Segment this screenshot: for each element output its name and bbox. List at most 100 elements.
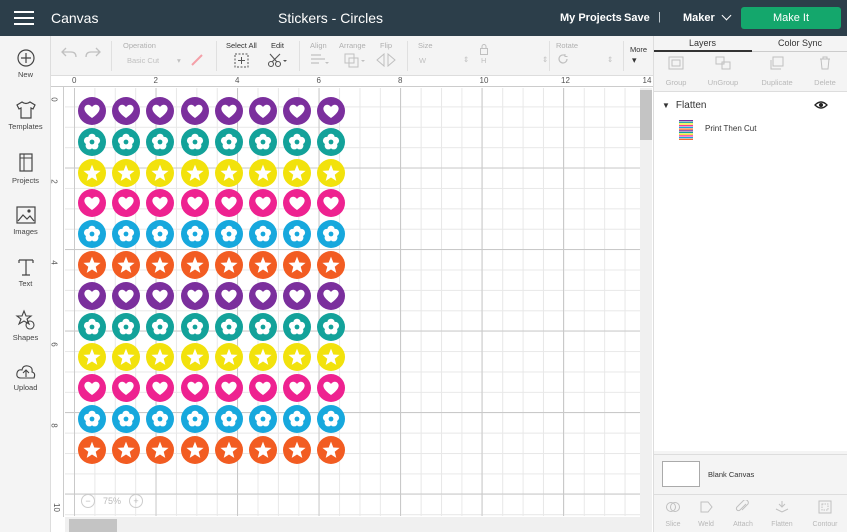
arrange-icon[interactable]: [343, 52, 367, 68]
sticker-flower[interactable]: [214, 220, 243, 249]
sticker-heart[interactable]: [214, 374, 243, 403]
sticker-flower[interactable]: [283, 312, 312, 341]
sidebar-item-projects[interactable]: Projects: [0, 152, 51, 200]
sticker-star[interactable]: [249, 251, 277, 279]
sticker-heart[interactable]: [78, 97, 106, 125]
sticker-flower[interactable]: [249, 127, 277, 156]
flip-icon[interactable]: [375, 52, 399, 68]
sticker-heart[interactable]: [249, 189, 277, 218]
sticker-star[interactable]: [78, 343, 106, 372]
sticker-star[interactable]: [78, 435, 106, 464]
sticker-heart[interactable]: [180, 281, 209, 310]
sticker-star[interactable]: [214, 251, 243, 279]
height-input[interactable]: [488, 53, 533, 66]
design-canvas[interactable]: 0 2 4 6 8 10 12 14 0 2 4 6 8 10 −75% +: [51, 76, 653, 532]
horizontal-scroll-thumb[interactable]: [69, 519, 117, 532]
sticker-heart[interactable]: [180, 374, 209, 403]
more-label[interactable]: More: [630, 45, 647, 54]
sidebar-item-images[interactable]: Images: [0, 205, 51, 253]
make-it-button[interactable]: Make It: [741, 7, 841, 29]
layer-item-print-then-cut[interactable]: Print Then Cut: [705, 124, 756, 133]
flatten-button[interactable]: Flatten: [763, 500, 801, 528]
sticker-star[interactable]: [317, 158, 346, 187]
sidebar-item-text[interactable]: Text: [0, 257, 51, 305]
sticker-star[interactable]: [214, 343, 243, 372]
rotate-input[interactable]: [571, 53, 605, 66]
sticker-star[interactable]: [283, 343, 312, 372]
sticker-heart[interactable]: [317, 97, 346, 125]
sticker-flower[interactable]: [112, 127, 141, 156]
sticker-flower[interactable]: [78, 127, 106, 156]
sticker-star[interactable]: [214, 435, 243, 464]
sticker-flower[interactable]: [78, 405, 106, 433]
sticker-flower[interactable]: [180, 405, 209, 433]
sticker-star[interactable]: [112, 343, 141, 372]
sticker-heart[interactable]: [249, 374, 277, 403]
sticker-flower[interactable]: [283, 405, 312, 433]
sticker-heart[interactable]: [146, 97, 175, 125]
weld-button[interactable]: Weld: [687, 500, 725, 528]
sticker-star[interactable]: [146, 343, 175, 372]
sticker-star[interactable]: [78, 158, 106, 187]
hamburger-menu-icon[interactable]: [14, 11, 34, 25]
sidebar-item-shapes[interactable]: Shapes: [0, 309, 51, 357]
sticker-heart[interactable]: [180, 97, 209, 125]
tab-layers[interactable]: Layers: [689, 38, 716, 48]
sticker-flower[interactable]: [78, 220, 106, 249]
scissors-icon[interactable]: [267, 52, 289, 68]
sticker-flower[interactable]: [180, 220, 209, 249]
sidebar-item-templates[interactable]: Templates: [0, 100, 51, 148]
sticker-star[interactable]: [146, 251, 175, 279]
sticker-heart[interactable]: [112, 189, 141, 218]
sticker-star[interactable]: [146, 435, 175, 464]
sticker-star[interactable]: [78, 251, 106, 279]
sticker-heart[interactable]: [283, 97, 312, 125]
sticker-flower[interactable]: [283, 127, 312, 156]
sticker-star[interactable]: [283, 251, 312, 279]
sticker-heart[interactable]: [317, 281, 346, 310]
canvas-swatch[interactable]: [662, 461, 700, 487]
zoom-in-button[interactable]: +: [129, 494, 143, 508]
sticker-heart[interactable]: [146, 189, 175, 218]
sidebar-item-upload[interactable]: Upload: [0, 363, 51, 411]
sticker-flower[interactable]: [317, 405, 346, 433]
horizontal-scrollbar[interactable]: [65, 517, 640, 532]
duplicate-button[interactable]: Duplicate: [756, 56, 798, 87]
sticker-heart[interactable]: [78, 281, 106, 310]
sticker-flower[interactable]: [214, 405, 243, 433]
sticker-star[interactable]: [317, 435, 346, 464]
sticker-heart[interactable]: [146, 374, 175, 403]
delete-button[interactable]: Delete: [804, 56, 846, 87]
linetype-color-swatch-icon[interactable]: [190, 53, 204, 67]
operation-select[interactable]: Basic Cut: [127, 56, 159, 65]
sticker-flower[interactable]: [146, 312, 175, 341]
sticker-star[interactable]: [180, 343, 209, 372]
sticker-heart[interactable]: [317, 189, 346, 218]
sticker-flower[interactable]: [317, 220, 346, 249]
vertical-scroll-thumb[interactable]: [640, 90, 652, 140]
my-projects-link[interactable]: My Projects: [560, 12, 622, 24]
machine-selector[interactable]: Maker: [683, 10, 732, 24]
sticker-star[interactable]: [317, 343, 346, 372]
sticker-flower[interactable]: [283, 220, 312, 249]
sticker-flower[interactable]: [146, 220, 175, 249]
sticker-flower[interactable]: [214, 127, 243, 156]
sticker-flower[interactable]: [146, 127, 175, 156]
stepper-icon[interactable]: ⇕: [542, 55, 548, 64]
stepper-icon[interactable]: ⇕: [607, 55, 613, 64]
sticker-star[interactable]: [283, 435, 312, 464]
sticker-heart[interactable]: [283, 189, 312, 218]
sticker-star[interactable]: [112, 158, 141, 187]
sticker-flower[interactable]: [180, 127, 209, 156]
sticker-heart[interactable]: [214, 97, 243, 125]
sticker-flower[interactable]: [317, 127, 346, 156]
sticker-flower[interactable]: [78, 312, 106, 341]
sticker-heart[interactable]: [317, 374, 346, 403]
layer-group-flatten[interactable]: ▼ Flatten: [662, 100, 707, 111]
sticker-flower[interactable]: [249, 405, 277, 433]
sticker-star[interactable]: [180, 251, 209, 279]
sticker-heart[interactable]: [112, 97, 141, 125]
zoom-out-button[interactable]: −: [81, 494, 95, 508]
sticker-star[interactable]: [249, 158, 277, 187]
redo-icon[interactable]: [85, 46, 101, 58]
